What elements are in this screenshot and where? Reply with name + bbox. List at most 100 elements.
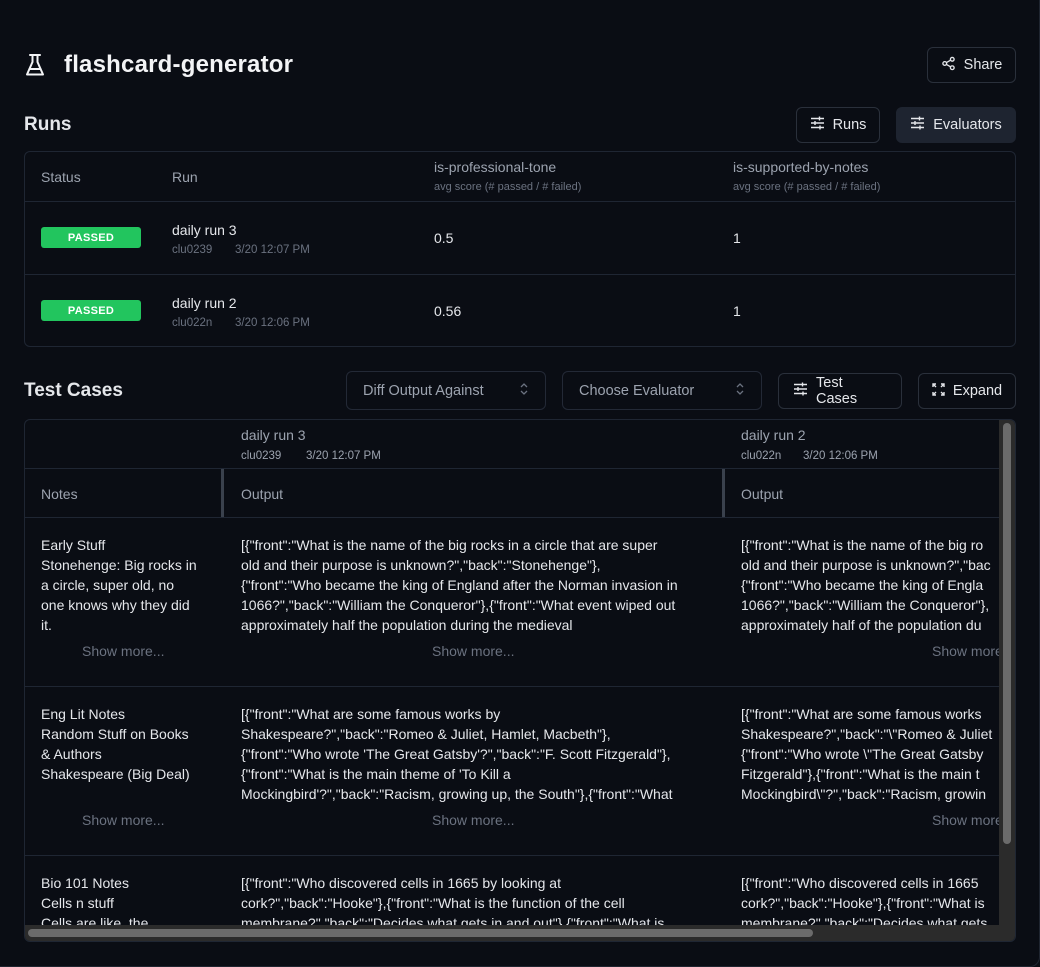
run-id: clu022n (172, 317, 213, 329)
run-id: clu0239 (241, 450, 282, 462)
test-cases-grid-viewport: daily run 3 clu0239 3/20 12:07 PM daily … (25, 420, 1001, 927)
output-line: [{"front":"What is the name of the big r… (741, 537, 984, 553)
output-line: Shakespeare?","back":"Romeo & Juliet, Ha… (241, 726, 611, 742)
output-line: {"front":"What is the main theme of 'To … (241, 766, 511, 782)
notes-line: it. (41, 617, 52, 633)
show-more-link[interactable]: Show more... (932, 812, 1001, 828)
column-resize-handle[interactable] (221, 469, 224, 517)
output-line: old and their purpose is unknown?","back… (241, 557, 601, 573)
notes-line: Stonehenge: Big rocks in (41, 557, 197, 573)
evaluator-column-header[interactable]: is-professional-tone (434, 159, 556, 175)
run-name: daily run 2 (172, 295, 237, 311)
test-cases-filter-label: Test Cases (816, 375, 858, 407)
column-resize-handle[interactable] (722, 469, 725, 517)
run-id: clu022n (741, 450, 782, 462)
test-cases-section-title: Test Cases (24, 380, 123, 401)
show-more-link[interactable]: Show more... (82, 643, 164, 659)
share-button[interactable]: Share (927, 47, 1016, 83)
notes-line: Eng Lit Notes (41, 706, 126, 722)
output-line: approximately half the population during… (241, 617, 573, 633)
output-line: [{"front":"What are some famous works by (241, 706, 501, 722)
run-name: daily run 3 (172, 222, 237, 238)
notes-cell: Bio 101 Notes Cells n stuff Cells are li… (41, 873, 216, 927)
show-more-link[interactable]: Show more... (432, 643, 514, 659)
test-cases-filter-button[interactable]: Test Cases (778, 373, 902, 409)
output-line: [{"front":"Who discovered cells in 1665 … (241, 875, 561, 891)
horizontal-scrollbar-thumb[interactable] (28, 929, 813, 937)
chevron-up-down-icon (735, 382, 745, 400)
run-row[interactable]: PASSED daily run 2 clu022n 3/20 12:06 PM… (25, 275, 1015, 348)
run-timestamp: 3/20 12:06 PM (803, 450, 878, 462)
status-badge: PASSED (41, 300, 141, 321)
divider (25, 468, 1001, 469)
share-icon (941, 56, 956, 75)
run-timestamp: 3/20 12:07 PM (306, 450, 381, 462)
output-line: Fitzgerald"},{"front":"What is the main … (741, 766, 980, 782)
evaluator-score: 0.56 (434, 303, 462, 319)
run-group-header: daily run 3 clu0239 3/20 12:07 PM (241, 420, 721, 469)
output-line: 1066?","back":"William the Conqueror"}, (741, 597, 990, 613)
scrollbar-corner (999, 925, 1015, 941)
output-column-header: Output (741, 486, 784, 502)
output-line: {"front":"Who became the king of Engla (741, 577, 984, 593)
output-line: Mockingbird'?","back":"Racism, growing u… (241, 786, 673, 802)
evaluator-column-subtitle: avg score (# passed / # failed) (733, 181, 881, 193)
show-more-link[interactable]: Show more... (932, 643, 1001, 659)
runs-filter-button[interactable]: Runs (796, 107, 880, 143)
sliders-icon (793, 382, 808, 400)
run-column-header: Run (172, 169, 198, 185)
horizontal-scrollbar[interactable] (25, 925, 1001, 941)
test-cases-grid: daily run 3 clu0239 3/20 12:07 PM daily … (24, 419, 1016, 942)
chevron-up-down-icon (519, 382, 529, 400)
output-cell: [{"front":"Who discovered cells in 1665 … (741, 873, 1001, 927)
share-label: Share (963, 57, 1003, 73)
output-line: Mockingbird\"?","back":"Racism, growin (741, 786, 987, 802)
status-badge: PASSED (41, 227, 141, 248)
run-timestamp: 3/20 12:07 PM (235, 244, 310, 256)
status-column-header: Status (41, 169, 81, 185)
vertical-scrollbar-thumb[interactable] (1003, 423, 1011, 844)
output-line: 1066?","back":"William the Conqueror"},{… (241, 597, 676, 613)
page-title: flashcard-generator (64, 51, 294, 78)
run-name: daily run 3 (241, 427, 306, 443)
expand-button[interactable]: Expand (918, 373, 1016, 409)
evaluator-column-header[interactable]: is-supported-by-notes (733, 159, 868, 175)
evaluator-score: 0.5 (434, 230, 454, 246)
show-more-link[interactable]: Show more... (82, 812, 164, 828)
notes-line: Cells n stuff (41, 895, 114, 911)
runs-section-title: Runs (24, 114, 72, 135)
runs-table-header: Status Run is-professional-tone avg scor… (25, 152, 1015, 202)
run-row[interactable]: PASSED daily run 3 clu0239 3/20 12:07 PM… (25, 202, 1015, 275)
divider (25, 517, 1001, 518)
diff-output-placeholder: Diff Output Against (363, 382, 484, 399)
runs-filter-label: Runs (832, 117, 867, 133)
notes-line: & Authors (41, 746, 102, 762)
notes-line: Bio 101 Notes (41, 875, 129, 891)
output-line: approximately half of the population du (741, 617, 982, 633)
output-line: [{"front":"Who discovered cells in 1665 (741, 875, 979, 891)
output-cell: [{"front":"What are some famous works Sh… (741, 704, 1001, 804)
vertical-scrollbar[interactable] (999, 420, 1015, 927)
output-line: {"front":"Who wrote 'The Great Gatsby'?"… (241, 746, 671, 762)
output-cell: [{"front":"What is the name of the big r… (741, 535, 1001, 635)
evaluator-column-subtitle: avg score (# passed / # failed) (434, 181, 582, 193)
sliders-icon (910, 116, 925, 134)
output-line: {"front":"Who became the king of England… (241, 577, 678, 593)
output-cell: [{"front":"What is the name of the big r… (241, 535, 716, 635)
page-header: flashcard-generator (24, 47, 1016, 83)
output-line: old and their purpose is unknown?","bac (741, 557, 991, 573)
run-id: clu0239 (172, 244, 213, 256)
notes-line: one knows why they did (41, 597, 190, 613)
runs-table: Status Run is-professional-tone avg scor… (24, 151, 1016, 347)
evaluators-filter-button[interactable]: Evaluators (896, 107, 1016, 143)
evaluator-score: 1 (733, 230, 741, 246)
output-line: cork?","back":"Hooke"},{"front":"What is… (241, 895, 625, 911)
flask-icon (24, 52, 46, 78)
output-line: cork?","back":"Hooke"},{"front":"What is (741, 895, 985, 911)
show-more-link[interactable]: Show more... (432, 812, 514, 828)
notes-column-header: Notes (41, 486, 78, 502)
output-line: Shakespeare?","back":"\"Romeo & Juliet (741, 726, 993, 742)
notes-line: Random Stuff on Books (41, 726, 189, 742)
diff-output-select[interactable]: Diff Output Against (346, 371, 546, 410)
choose-evaluator-select[interactable]: Choose Evaluator (562, 371, 762, 410)
